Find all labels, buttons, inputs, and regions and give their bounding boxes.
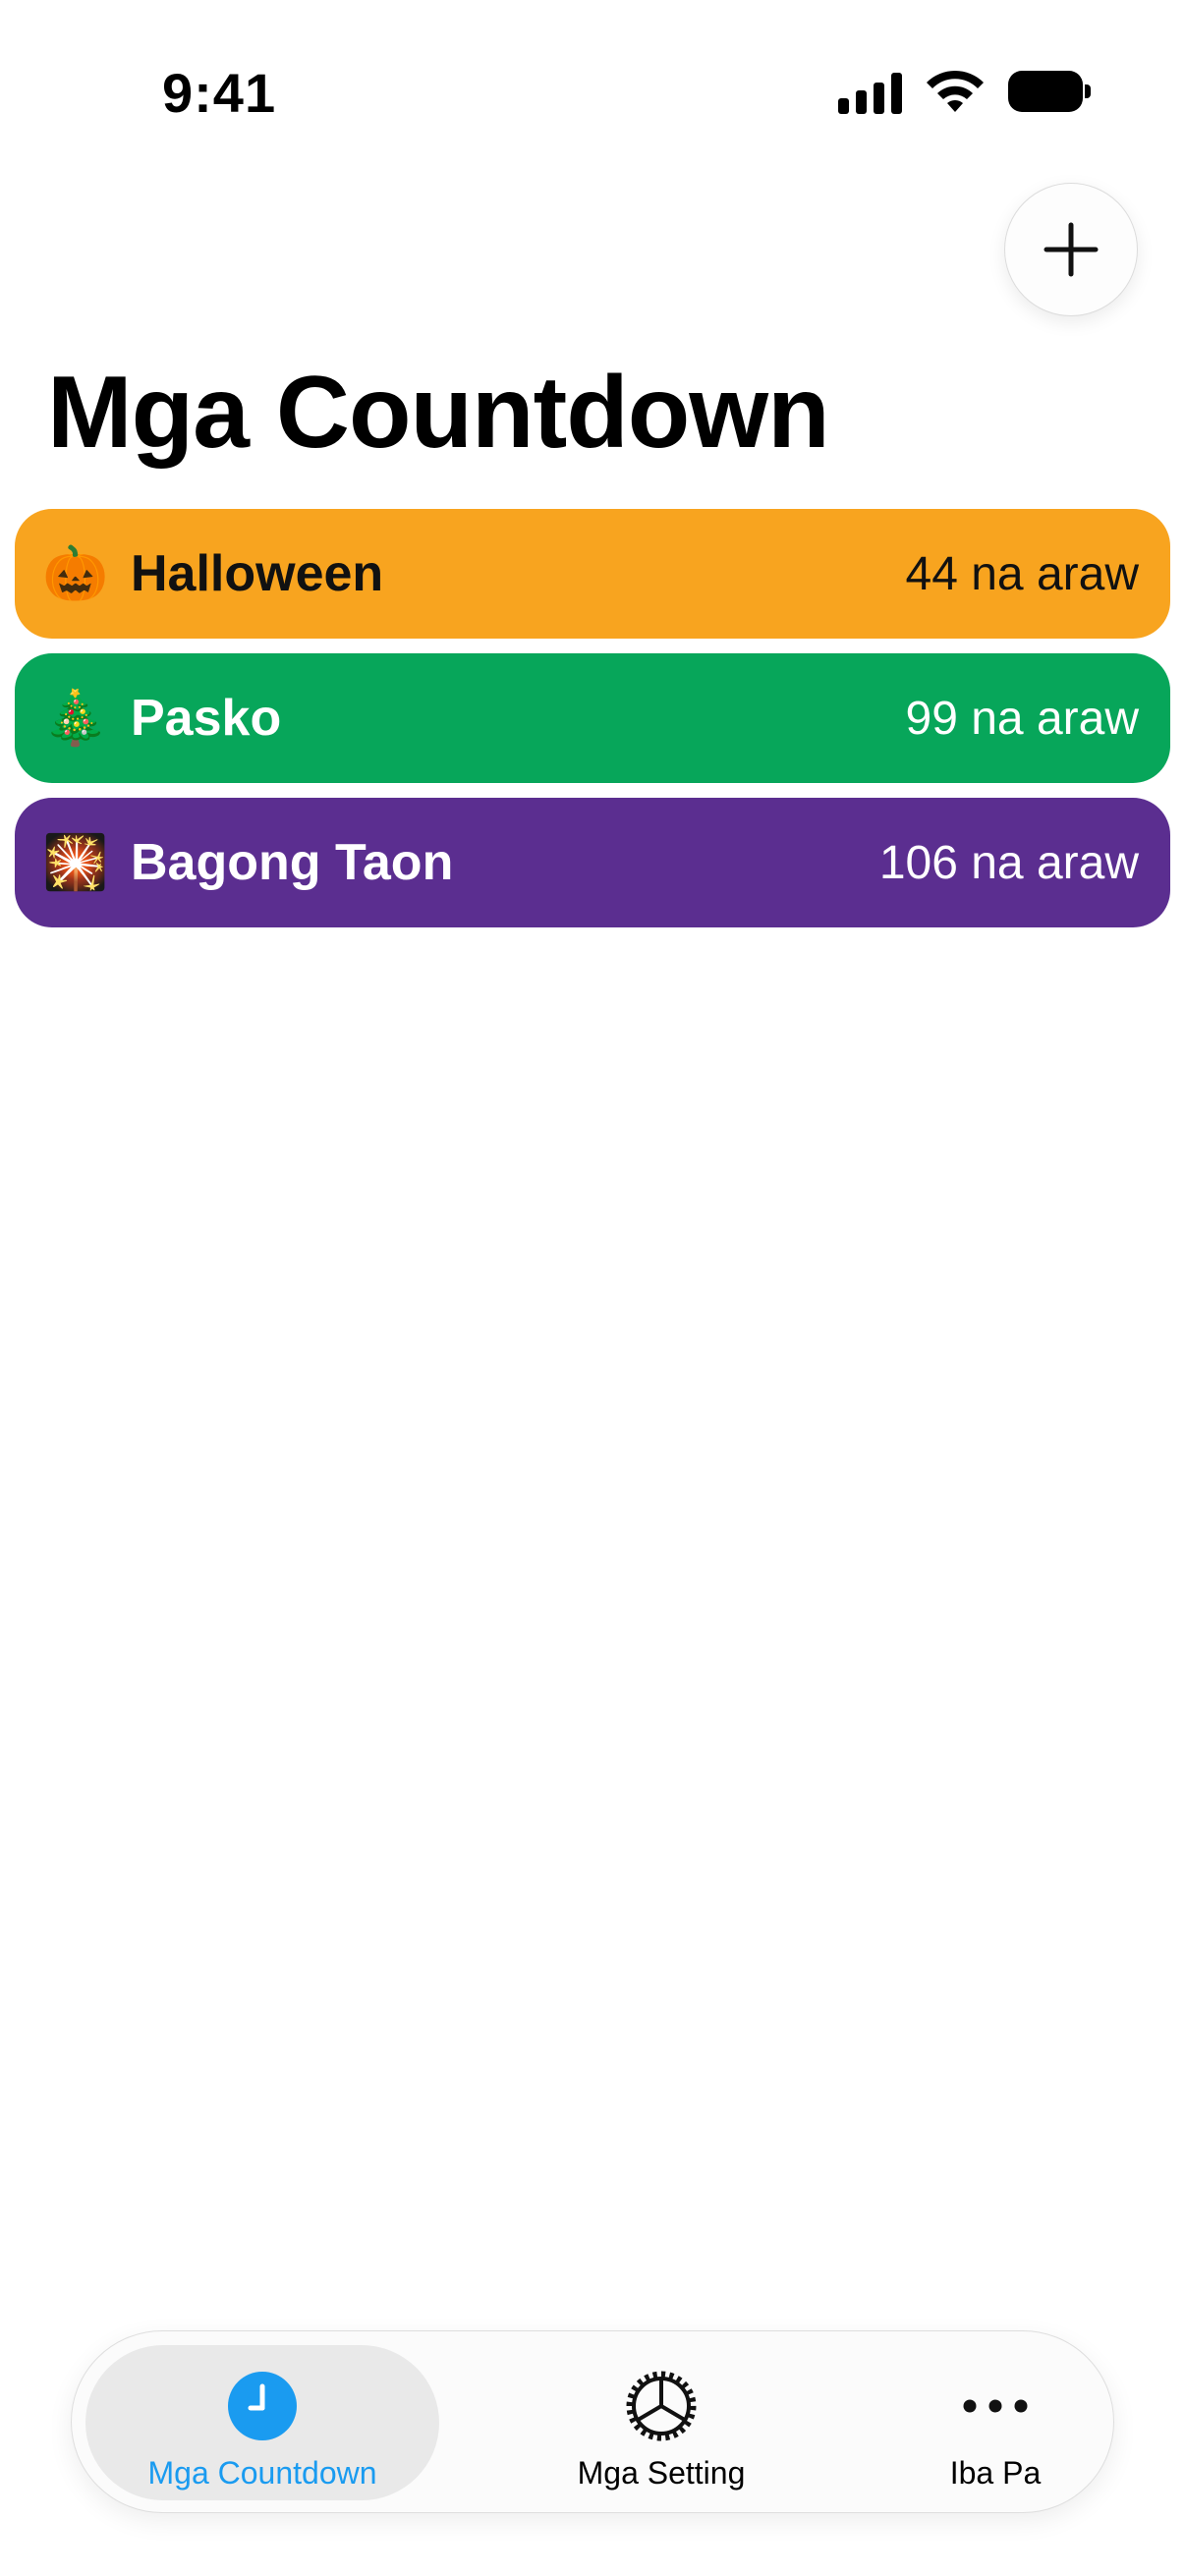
jack-o-lantern-icon: 🎃 bbox=[42, 542, 109, 604]
countdown-name: Halloween bbox=[131, 545, 384, 602]
clock-icon bbox=[227, 2369, 298, 2443]
battery-icon bbox=[1008, 71, 1091, 112]
add-countdown-button[interactable] bbox=[1004, 183, 1138, 316]
ellipsis-icon bbox=[960, 2369, 1031, 2443]
countdown-name: Bagong Taon bbox=[131, 834, 454, 891]
tab-bar: Mga Countdown Mga Setting Iba Pa bbox=[71, 2330, 1114, 2513]
countdown-days: 106 na araw bbox=[878, 836, 1139, 889]
page-title: Mga Countdown bbox=[47, 356, 830, 470]
tab-iba-pa[interactable]: Iba Pa bbox=[818, 2345, 1172, 2500]
tab-mga-countdown[interactable]: Mga Countdown bbox=[85, 2345, 439, 2500]
tab-label: Iba Pa bbox=[949, 2455, 1042, 2491]
countdown-name: Pasko bbox=[131, 690, 282, 747]
tab-label: Mga Countdown bbox=[147, 2455, 377, 2491]
status-icons bbox=[838, 69, 1091, 114]
fireworks-icon: 🎇 bbox=[42, 831, 109, 893]
plus-icon bbox=[1044, 222, 1099, 277]
countdown-row-halloween[interactable]: 🎃 Halloween 44 na araw bbox=[15, 509, 1170, 639]
countdown-days: 44 na araw bbox=[905, 547, 1140, 600]
cellular-signal-icon bbox=[838, 69, 902, 114]
wifi-icon bbox=[927, 70, 984, 112]
countdown-days: 99 na araw bbox=[905, 692, 1140, 745]
status-bar: 9:41 bbox=[0, 0, 1185, 187]
tab-mga-setting[interactable]: Mga Setting bbox=[484, 2345, 838, 2500]
gear-icon bbox=[622, 2369, 701, 2443]
countdown-list: 🎃 Halloween 44 na araw 🎄 Pasko 99 na ara… bbox=[15, 509, 1170, 942]
christmas-tree-icon: 🎄 bbox=[42, 687, 109, 749]
status-time: 9:41 bbox=[162, 62, 277, 124]
countdown-row-pasko[interactable]: 🎄 Pasko 99 na araw bbox=[15, 653, 1170, 783]
countdown-row-bagong-taon[interactable]: 🎇 Bagong Taon 106 na araw bbox=[15, 798, 1170, 927]
tab-label: Mga Setting bbox=[577, 2455, 746, 2491]
